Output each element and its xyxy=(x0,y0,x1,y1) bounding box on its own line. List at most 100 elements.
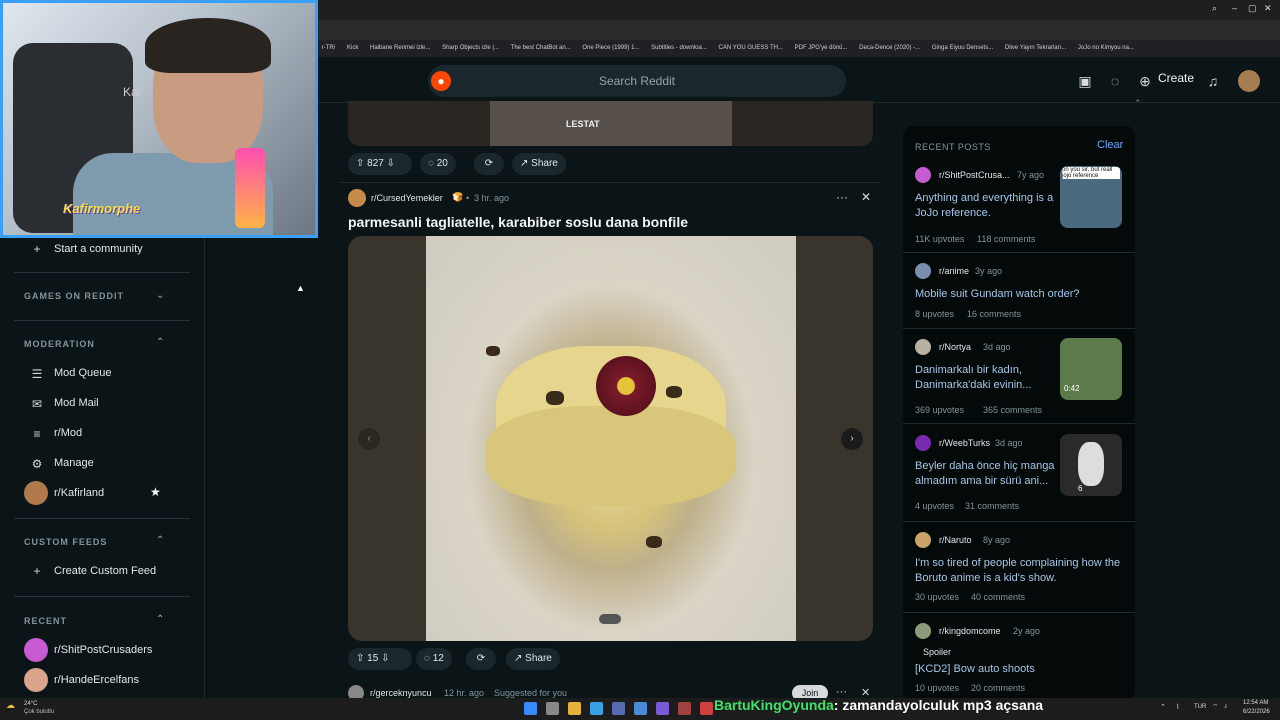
close-icon[interactable]: ✕ xyxy=(861,190,871,204)
task-view-icon[interactable] xyxy=(546,702,559,715)
recent-post-sub[interactable]: r/ShitPostCrusa... xyxy=(939,170,1010,180)
bookmark-item[interactable]: PDF JPG'ye dönü... xyxy=(795,40,848,57)
sidebar-item-mod-mail[interactable]: Mod Mail xyxy=(54,397,99,409)
network-icon[interactable]: ⌇ xyxy=(1176,703,1179,711)
recent-post-comments: 16 comments xyxy=(967,309,1022,319)
create-button[interactable]: Create xyxy=(1158,71,1194,85)
carousel-prev-button[interactable]: ‹ xyxy=(358,428,380,450)
share-label: Share xyxy=(531,158,558,169)
recent-post-sub[interactable]: r/Naruto xyxy=(939,535,972,545)
sidebar-recent-item[interactable]: r/HandeErcelfans xyxy=(54,674,139,686)
close-window-icon[interactable]: ✕ xyxy=(1264,3,1272,14)
bookmark-item[interactable]: Ginga Eiyuu Densets... xyxy=(932,40,993,57)
discord-icon[interactable] xyxy=(656,702,669,715)
games-section-heading[interactable]: GAMES ON REDDIT xyxy=(24,291,124,301)
recent-post-sub[interactable]: r/kingdomcome xyxy=(939,626,1001,636)
share-button[interactable]: ↗ Share xyxy=(512,153,566,175)
bookmark-item[interactable]: Subtitles - downloa... xyxy=(651,40,707,57)
share-button[interactable]: ↗ Share xyxy=(506,648,560,670)
crosspost-button[interactable]: ⟳ xyxy=(466,648,496,670)
recent-post-title[interactable]: Danimarkalı bir kadın, Danimarka'daki ev… xyxy=(915,363,1055,393)
clock-date[interactable]: 6/22/2026 xyxy=(1243,709,1270,715)
chevron-up-icon[interactable]: ⌃ xyxy=(156,614,164,625)
search-icon[interactable]: ⌕ xyxy=(1212,3,1217,14)
clock-time[interactable]: 12:54 AM xyxy=(1243,700,1268,706)
recent-post-sub[interactable]: r/Nortya xyxy=(939,342,971,352)
volume-icon[interactable]: ♪ xyxy=(1224,703,1228,710)
wifi-icon[interactable]: ⌔ xyxy=(1212,703,1219,712)
minimize-icon[interactable]: – xyxy=(1232,3,1237,13)
bookmark-item[interactable]: Haibane Renmei izle... xyxy=(370,40,430,57)
app-icon[interactable] xyxy=(678,702,691,715)
recent-post-sub[interactable]: r/anime xyxy=(939,266,969,276)
create-custom-feed-link[interactable]: Create Custom Feed xyxy=(54,565,156,577)
star-icon[interactable]: ★ xyxy=(150,485,161,499)
recent-post-title[interactable]: [KCD2] Bow auto shoots xyxy=(915,662,1125,677)
chevron-down-icon[interactable]: ⌄ xyxy=(156,290,164,301)
mail-app-icon[interactable] xyxy=(634,702,647,715)
next-post-subreddit[interactable]: r/gerceknyuncu xyxy=(370,688,432,698)
prev-post-image[interactable]: LESTAT xyxy=(348,101,873,146)
reddit-logo-icon[interactable]: ● xyxy=(431,71,451,91)
plus-icon[interactable]: ⊕ xyxy=(1136,72,1154,90)
recent-post-title[interactable]: Mobile suit Gundam watch order? xyxy=(915,287,1125,302)
sidebar-recent-item[interactable]: r/ShitPostCrusaders xyxy=(54,644,152,656)
crosspost-button[interactable]: ⟳ xyxy=(474,153,504,175)
bookmark-item[interactable]: CAN YOU GUESS TH... xyxy=(718,40,782,57)
user-avatar[interactable] xyxy=(1238,70,1260,92)
tray-chevron-icon[interactable]: ⌃ xyxy=(1160,703,1166,711)
bookmark-item[interactable]: JoJo no Kimyou na... xyxy=(1078,40,1134,57)
recent-post-thumbnail[interactable]: on you sir, but reall jojo reference xyxy=(1060,166,1122,228)
steam-icon[interactable] xyxy=(590,702,603,715)
sidebar-item-manage[interactable]: Manage xyxy=(54,457,94,469)
carousel-next-button[interactable]: › xyxy=(841,428,863,450)
chevron-up-icon[interactable]: ⌃ xyxy=(156,535,164,546)
bookmark-item[interactable]: Dlive Yayın Tekrarları... xyxy=(1005,40,1066,57)
recent-heading[interactable]: RECENT xyxy=(24,616,67,626)
bookmark-item[interactable]: One Piece (1999) 1... xyxy=(582,40,639,57)
comments-button[interactable]: ◌ 20 xyxy=(420,153,456,175)
search-input[interactable]: Search Reddit xyxy=(428,65,846,97)
downvote-icon[interactable]: ⇩ xyxy=(381,653,389,664)
downvote-icon[interactable]: ⇩ xyxy=(387,158,395,169)
weather-icon[interactable]: ☁ xyxy=(6,700,15,711)
start-community-link[interactable]: Start a community xyxy=(54,243,143,255)
post-image-carousel[interactable]: ‹ › xyxy=(348,236,873,641)
bookmark-item[interactable]: The best ChatBot an... xyxy=(511,40,571,57)
bell-icon[interactable]: ♫ xyxy=(1204,72,1222,90)
upvote-icon[interactable]: ⇧ xyxy=(356,158,364,169)
advertise-icon[interactable]: ▣ xyxy=(1076,72,1094,90)
language-indicator[interactable]: TUR xyxy=(1194,704,1206,710)
custom-feeds-heading[interactable]: CUSTOM FEEDS xyxy=(24,537,107,547)
bookmark-item[interactable]: Sharp Objects izle |... xyxy=(442,40,499,57)
recent-post-thumbnail[interactable]: 6 xyxy=(1060,434,1122,496)
bookmark-item[interactable]: Kick xyxy=(347,40,358,57)
maximize-icon[interactable]: ▢ xyxy=(1248,3,1257,14)
recent-post-thumbnail[interactable]: 0:42 xyxy=(1060,338,1122,400)
recent-post-title[interactable]: I'm so tired of people complaining how t… xyxy=(915,556,1127,586)
start-icon[interactable] xyxy=(524,702,537,715)
clear-button[interactable]: Clear xyxy=(1097,139,1123,151)
recent-post-sub[interactable]: r/WeebTurks xyxy=(939,438,990,448)
sidebar-item-mod-queue[interactable]: Mod Queue xyxy=(54,367,111,379)
post-time-sep: • xyxy=(466,193,470,203)
moderation-section-heading[interactable]: MODERATION xyxy=(24,339,95,349)
chevron-up-icon[interactable]: ⌃ xyxy=(156,337,164,348)
file-explorer-icon[interactable] xyxy=(568,702,581,715)
comments-button[interactable]: ◌ 12 xyxy=(416,648,452,670)
bookmark-item[interactable]: Deca-Dence (2020) -... xyxy=(859,40,920,57)
opera-icon[interactable] xyxy=(700,702,713,715)
recent-post-title[interactable]: Beyler daha önce hiç manga almadım ama b… xyxy=(915,459,1055,489)
more-options-icon[interactable]: ··· xyxy=(836,190,848,204)
sidebar-item-kafirland[interactable]: r/Kafirland xyxy=(54,487,104,499)
subreddit-avatar[interactable] xyxy=(348,189,366,207)
settings-icon[interactable] xyxy=(612,702,625,715)
chat-icon[interactable]: ◌ xyxy=(1106,72,1124,90)
recent-post-title[interactable]: Anything and everything is a JoJo refere… xyxy=(915,191,1055,221)
bookmark-item[interactable]: r-TR/ xyxy=(322,40,336,57)
upvote-icon[interactable]: ⇧ xyxy=(356,653,364,664)
post-title[interactable]: parmesanli tagliatelle, karabiber soslu … xyxy=(348,214,688,230)
scroll-up-icon[interactable]: ⌃ xyxy=(1134,98,1142,109)
sidebar-item-r-mod[interactable]: r/Mod xyxy=(54,427,82,439)
post-subreddit[interactable]: r/CursedYemekler xyxy=(371,193,443,203)
